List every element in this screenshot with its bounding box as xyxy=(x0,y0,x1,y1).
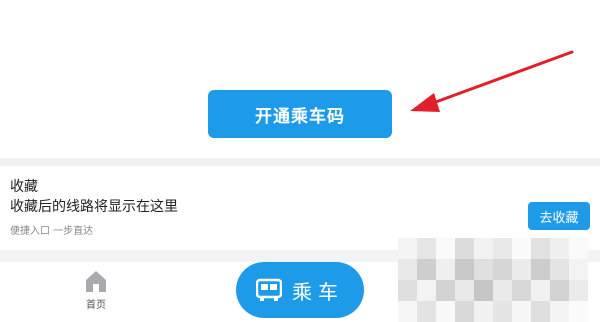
open-ride-code-button[interactable]: 开通乘车码 xyxy=(208,90,392,138)
ride-button-label: 乘车 xyxy=(292,279,344,304)
home-icon xyxy=(86,271,106,292)
favorites-hint: 便捷入口 一步直达 xyxy=(10,226,94,237)
tab-home-label: 首页 xyxy=(86,300,106,311)
favorites-description: 收藏后的线路将显示在这里 xyxy=(10,199,178,215)
favorites-title: 收藏 xyxy=(10,179,38,195)
tab-home[interactable]: 首页 xyxy=(74,268,118,318)
section-divider xyxy=(0,158,600,166)
bus-icon xyxy=(256,278,282,301)
pixelated-region xyxy=(398,238,588,322)
ride-button[interactable]: 乘车 xyxy=(236,262,364,318)
go-favorite-button[interactable]: 去收藏 xyxy=(528,202,590,230)
